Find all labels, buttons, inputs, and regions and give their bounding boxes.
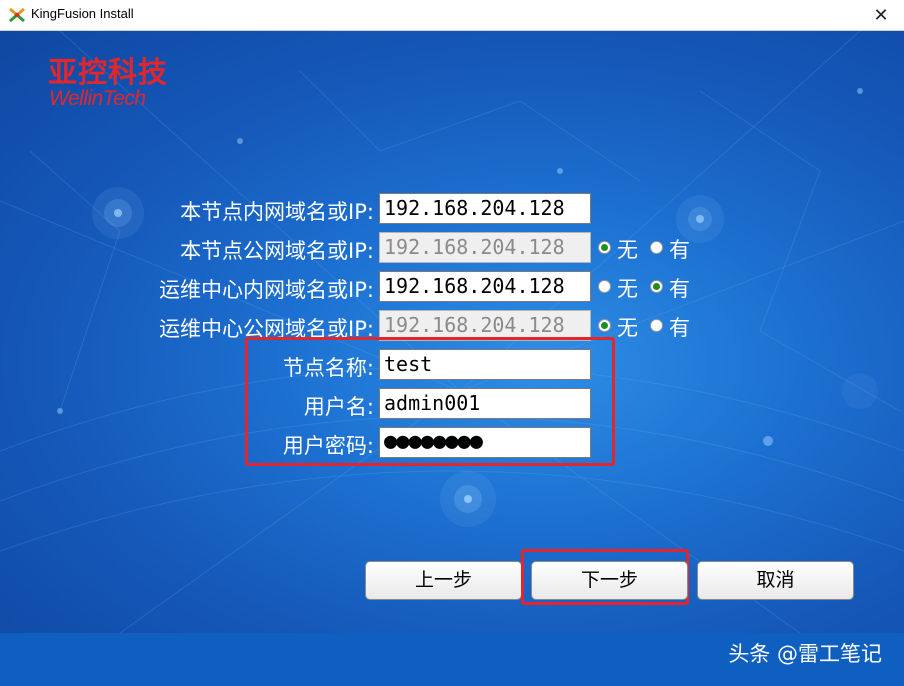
next-step-button[interactable]: 下一步 — [531, 561, 688, 600]
close-button[interactable]: ✕ — [858, 0, 904, 31]
node-public-ip-input: 192.168.204.128 — [379, 232, 591, 263]
ops-center-public-has-radio[interactable] — [650, 319, 663, 332]
ops-center-intranet-has-radio[interactable] — [650, 280, 663, 293]
watermark-text: 头条 @雷工笔记 — [728, 642, 882, 666]
node-name-label: 节点名称: — [282, 356, 374, 380]
ops-center-public-none-radio[interactable] — [598, 319, 611, 332]
username-input[interactable]: admin001 — [379, 388, 591, 419]
ops-center-public-none-label[interactable]: 无 — [617, 312, 638, 342]
cancel-button[interactable]: 取消 — [697, 561, 854, 600]
kingfusion-app-icon — [9, 7, 25, 23]
username-label: 用户名: — [303, 395, 374, 419]
node-public-none-radio[interactable] — [598, 241, 611, 254]
node-public-none-label[interactable]: 无 — [617, 234, 638, 264]
ops-center-intranet-none-label[interactable]: 无 — [617, 273, 638, 303]
ops-center-intranet-ip-input[interactable]: 192.168.204.128 — [379, 271, 591, 302]
company-logo-english: WellinTech — [49, 87, 146, 110]
window-title: KingFusion Install — [31, 6, 134, 21]
title-bar: KingFusion Install ✕ — [0, 0, 904, 31]
company-logo-chinese: 亚控科技 — [48, 55, 169, 89]
prev-step-button[interactable]: 上一步 — [365, 561, 522, 600]
close-icon[interactable]: ✕ — [873, 5, 888, 26]
password-input[interactable]: ●●●●●●●● — [379, 427, 591, 458]
password-label: 用户密码: — [282, 434, 374, 458]
node-public-has-radio[interactable] — [650, 241, 663, 254]
node-intranet-label: 本节点内网域名或IP: — [180, 200, 374, 224]
ops-center-intranet-label: 运维中心内网域名或IP: — [159, 278, 374, 302]
node-public-label: 本节点公网域名或IP: — [180, 239, 374, 263]
ops-center-intranet-has-label[interactable]: 有 — [669, 273, 690, 303]
node-intranet-ip-input[interactable]: 192.168.204.128 — [379, 193, 591, 224]
node-name-input[interactable]: test — [379, 349, 591, 380]
ops-center-public-has-label[interactable]: 有 — [669, 312, 690, 342]
node-public-has-label[interactable]: 有 — [669, 234, 690, 264]
ops-center-intranet-none-radio[interactable] — [598, 280, 611, 293]
installer-panel: 亚控科技 WellinTech 本节点内网域名或IP: 192.168.204.… — [0, 31, 904, 633]
